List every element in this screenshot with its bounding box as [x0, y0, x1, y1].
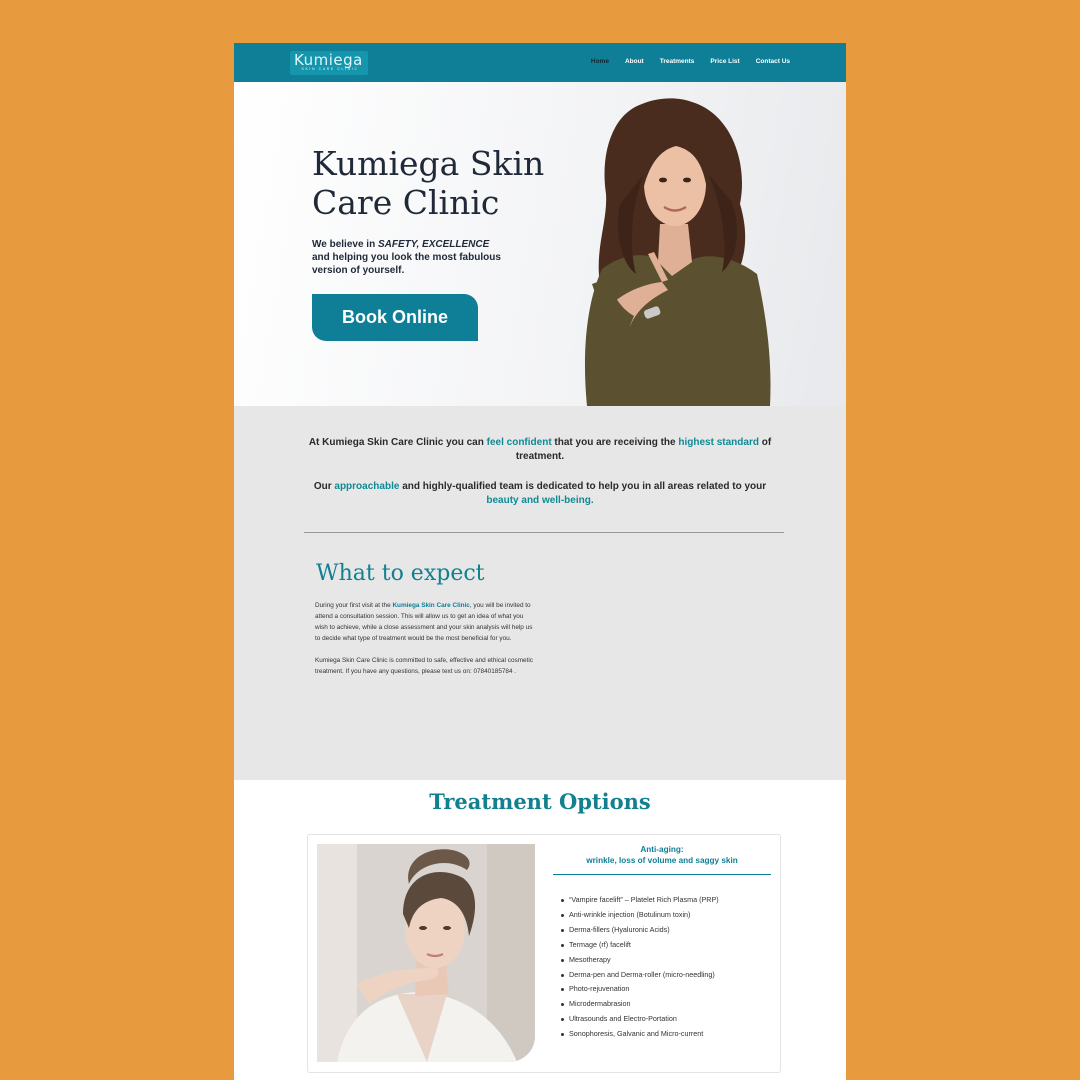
nav-menu: Home About Treatments Price List Contact… — [591, 58, 790, 65]
top-navbar: Kumiega SKIN CARE CLINIC Home About Trea… — [234, 43, 846, 82]
nav-home[interactable]: Home — [591, 58, 609, 65]
hero-woman-image — [584, 98, 771, 406]
nav-about[interactable]: About — [625, 58, 644, 65]
intro-p1-highlight-1: feel confident — [486, 437, 552, 448]
expect-p1-clinic-name: Kumiega Skin Care Clinic — [392, 602, 470, 609]
what-to-expect-body: During your first visit at the Kumiega S… — [315, 600, 537, 688]
book-online-button[interactable]: Book Online — [312, 294, 478, 341]
list-item: Derma-pen and Derma-roller (micro-needli… — [561, 968, 781, 983]
section-divider — [304, 532, 784, 533]
intro-p2-highlight-2: beauty and well-being. — [486, 494, 594, 506]
logo-tagline: SKIN CARE CLINIC — [301, 67, 359, 71]
treatment-list: “Vampire facelift” – Platelet Rich Plasm… — [561, 893, 781, 1042]
intro-p1-highlight-2: highest standard — [678, 437, 759, 448]
treatment-card-heading: Anti-aging: wrinkle, loss of volume and … — [553, 844, 771, 866]
treatment-woman-image — [317, 844, 535, 1062]
intro-paragraph-2: Our approachable and highly-qualified te… — [304, 480, 776, 507]
list-item: Sonophoresis, Galvanic and Micro-current — [561, 1027, 781, 1042]
clinic-logo[interactable]: Kumiega SKIN CARE CLINIC — [290, 51, 368, 75]
about-section: At Kumiega Skin Care Clinic you can feel… — [234, 406, 846, 780]
list-item: Photo-rejuvenation — [561, 982, 781, 997]
expect-paragraph-2: Kumiega Skin Care Clinic is committed to… — [315, 657, 533, 675]
nav-treatments[interactable]: Treatments — [660, 58, 695, 65]
what-to-expect-heading: What to expect — [316, 561, 485, 586]
intro-p2-highlight-1: approachable — [334, 481, 400, 492]
website-page: Kumiega SKIN CARE CLINIC Home About Trea… — [234, 43, 846, 1080]
hero-title: Kumiega Skin Care Clinic — [312, 144, 545, 222]
treatment-options-heading: Treatment Options — [429, 789, 651, 814]
hero-tagline: We believe in SAFETY, EXCELLENCE and hel… — [312, 238, 532, 277]
nav-price-list[interactable]: Price List — [710, 58, 739, 65]
intro-p2-text-a: Our — [313, 481, 335, 492]
list-item: Microdermabrasion — [561, 997, 781, 1012]
treatment-card-anti-aging: Anti-aging: wrinkle, loss of volume and … — [307, 834, 781, 1073]
list-item: Termage (rf) facelift — [561, 938, 781, 953]
nav-contact-us[interactable]: Contact Us — [756, 58, 790, 65]
intro-p1-text-b: that you are receiving the — [551, 437, 679, 448]
intro-p2-text-b: and highly-qualified team is dedicated t… — [399, 481, 767, 492]
list-item: Anti-wrinkle injection (Botulinum toxin) — [561, 908, 781, 923]
card-heading-rule — [553, 874, 771, 875]
treatment-category: Anti-aging: — [640, 845, 684, 854]
hero-section: Kumiega Skin Care Clinic We believe in S… — [234, 82, 846, 406]
intro-paragraph-1: At Kumiega Skin Care Clinic you can feel… — [304, 436, 776, 463]
expect-paragraph-1: During your first visit at the Kumiega S… — [315, 600, 537, 644]
hero-tagline-rest: and helping you look the most fabulous v… — [312, 252, 501, 276]
hero-tagline-lead: We believe in — [312, 239, 378, 250]
list-item: “Vampire facelift” – Platelet Rich Plasm… — [561, 893, 781, 908]
list-item: Ultrasounds and Electro-Portation — [561, 1012, 781, 1027]
expect-p1-text-a: During your first visit at the — [315, 602, 393, 609]
intro-p1-text-a: At Kumiega Skin Care Clinic you can — [308, 437, 487, 448]
list-item: Derma-fillers (Hyaluronic Acids) — [561, 923, 781, 938]
intro-text: At Kumiega Skin Care Clinic you can feel… — [304, 436, 776, 524]
treatment-category-detail: wrinkle, loss of volume and saggy skin — [586, 856, 738, 865]
hero-tagline-emphasis: SAFETY, EXCELLENCE — [377, 239, 490, 250]
list-item: Mesotherapy — [561, 953, 781, 968]
